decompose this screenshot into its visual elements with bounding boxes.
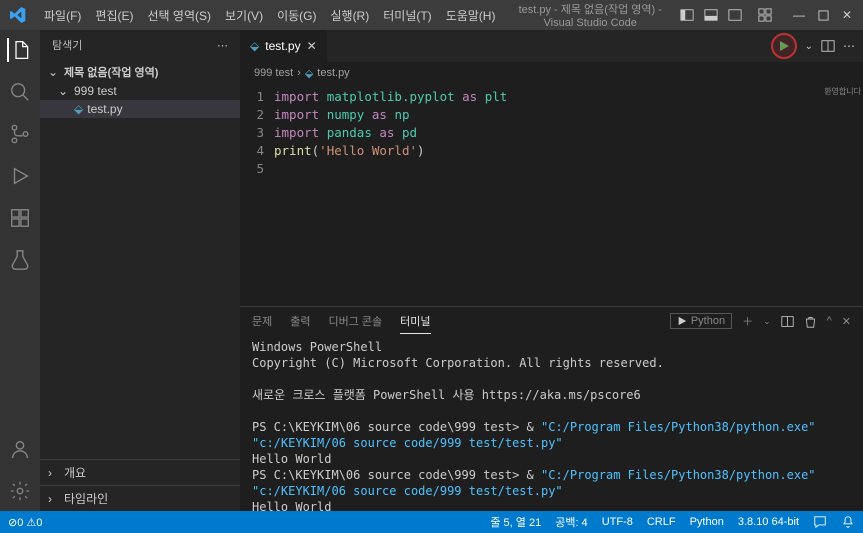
file-name: test.py (87, 102, 122, 116)
more-actions-icon[interactable]: ⋯ (843, 39, 855, 53)
panel: 문제 출력 디버그 콘솔 터미널 Python ＋ ⌄ ^ ✕ Wind (240, 306, 863, 511)
accounts-icon[interactable] (8, 437, 32, 461)
sidebar-header: 탐색기 ⋯ (40, 30, 240, 60)
more-icon[interactable]: ⋯ (217, 39, 228, 52)
warning-count: 0 (36, 517, 42, 529)
settings-gear-icon[interactable] (8, 479, 32, 503)
split-terminal-icon[interactable] (781, 315, 794, 328)
minimize-icon[interactable]: — (791, 7, 807, 23)
python-file-icon: ⬙ (305, 67, 313, 80)
editor-tab[interactable]: ⬙ test.py ✕ (240, 30, 327, 62)
new-terminal-icon[interactable]: ＋ (742, 313, 753, 329)
python-file-icon: ⬙ (74, 102, 83, 116)
status-interpreter[interactable]: 3.8.10 64-bit (738, 516, 799, 528)
code-content[interactable]: import matplotlib.pyplot as pltimport nu… (274, 84, 803, 306)
status-eol[interactable]: CRLF (647, 516, 676, 528)
tab-label: test.py (265, 39, 300, 53)
folder-row[interactable]: ⌄ 999 test (40, 82, 240, 100)
menu-item[interactable]: 편집(E) (89, 3, 139, 28)
new-terminal-dropdown-icon[interactable]: ⌄ (763, 316, 771, 327)
chevron-right-icon: › (48, 466, 60, 480)
menu-item[interactable]: 실행(R) (324, 3, 375, 28)
layout-controls: — ✕ (679, 7, 855, 23)
sidebar-title: 탐색기 (52, 37, 82, 53)
status-cursor[interactable]: 줄 5, 열 21 (490, 514, 541, 530)
maximize-icon[interactable] (815, 7, 831, 23)
feedback-icon[interactable] (813, 515, 827, 529)
close-panel-icon[interactable]: ✕ (842, 315, 851, 328)
menu-item[interactable]: 이동(G) (271, 3, 322, 28)
outline-label: 개요 (64, 464, 86, 481)
code-editor[interactable]: 12345 import matplotlib.pyplot as pltimp… (240, 84, 863, 306)
close-icon[interactable]: ✕ (839, 7, 855, 23)
panel-tabs: 문제 출력 디버그 콘솔 터미널 Python ＋ ⌄ ^ ✕ (240, 307, 863, 335)
chevron-right-icon: › (297, 67, 301, 79)
menu-item[interactable]: 선택 영역(S) (141, 3, 217, 28)
status-errors[interactable]: ⊘0 ⚠0 (8, 516, 42, 529)
panel-left-icon[interactable] (679, 7, 695, 23)
breadcrumb-file[interactable]: test.py (317, 67, 349, 79)
menu-item[interactable]: 도움말(H) (440, 3, 502, 28)
chevron-right-icon: › (48, 492, 60, 506)
sidebar-explorer: 탐색기 ⋯ ⌄ 제목 없음(작업 영역) ⌄ 999 test ⬙ test.p… (40, 30, 240, 511)
explorer-icon[interactable] (7, 38, 31, 62)
vscode-logo-icon (8, 5, 28, 25)
run-button[interactable] (771, 33, 797, 59)
line-gutter: 12345 (240, 84, 274, 306)
status-encoding[interactable]: UTF-8 (602, 516, 633, 528)
timeline-label: 타임라인 (64, 490, 108, 507)
statusbar: ⊘0 ⚠0 줄 5, 열 21 공백: 4 UTF-8 CRLF Python … (0, 511, 863, 533)
panel-right-icon[interactable] (727, 7, 743, 23)
customize-layout-icon[interactable] (757, 7, 773, 23)
folder-name: 999 test (74, 84, 117, 98)
status-lang[interactable]: Python (690, 516, 724, 528)
workspace-header[interactable]: ⌄ 제목 없음(작업 영역) (40, 62, 240, 82)
notifications-icon[interactable] (841, 515, 855, 529)
close-tab-icon[interactable]: ✕ (307, 39, 317, 53)
chevron-down-icon: ⌄ (48, 65, 60, 79)
tab-problems[interactable]: 문제 (252, 309, 272, 333)
extensions-icon[interactable] (8, 206, 32, 230)
warning-count-icon: ⚠ (26, 517, 36, 529)
minimap[interactable]: 환영합니다 (803, 84, 863, 306)
menu-item[interactable]: 파일(F) (38, 3, 87, 28)
tab-output[interactable]: 출력 (290, 309, 310, 333)
panel-bottom-icon[interactable] (703, 7, 719, 23)
maximize-panel-icon[interactable]: ^ (827, 315, 832, 327)
chevron-down-icon: ⌄ (58, 84, 70, 98)
tab-debug-console[interactable]: 디버그 콘솔 (329, 309, 383, 333)
menubar: 파일(F)편집(E)선택 영역(S)보기(V)이동(G)실행(R)터미널(T)도… (38, 3, 501, 28)
run-debug-icon[interactable] (8, 164, 32, 188)
outline-panel[interactable]: › 개요 (40, 459, 240, 485)
kill-terminal-icon[interactable] (804, 315, 817, 328)
terminal-profile-dropdown[interactable]: Python (670, 313, 732, 329)
testing-icon[interactable] (8, 248, 32, 272)
python-file-icon: ⬙ (250, 39, 259, 53)
error-count: 0 (17, 517, 23, 529)
menu-item[interactable]: 보기(V) (219, 3, 269, 28)
source-control-icon[interactable] (8, 122, 32, 146)
error-count-icon: ⊘ (8, 517, 17, 529)
workspace-name: 제목 없음(작업 영역) (64, 64, 158, 80)
run-dropdown-icon[interactable]: ⌄ (805, 41, 813, 52)
titlebar: 파일(F)편집(E)선택 영역(S)보기(V)이동(G)실행(R)터미널(T)도… (0, 0, 863, 30)
breadcrumb-folder[interactable]: 999 test (254, 67, 293, 79)
status-spaces[interactable]: 공백: 4 (555, 514, 587, 530)
activitybar (0, 30, 40, 511)
split-editor-icon[interactable] (821, 39, 835, 53)
search-icon[interactable] (8, 80, 32, 104)
terminal-output[interactable]: Windows PowerShellCopyright (C) Microsof… (240, 335, 863, 511)
timeline-panel[interactable]: › 타임라인 (40, 485, 240, 511)
menu-item[interactable]: 터미널(T) (377, 3, 437, 28)
breadcrumb[interactable]: 999 test › ⬙ test.py (240, 62, 863, 84)
tab-terminal[interactable]: 터미널 (400, 309, 430, 334)
file-row[interactable]: ⬙ test.py (40, 100, 240, 118)
editor-tabs: ⬙ test.py ✕ ⌄ ⋯ (240, 30, 863, 62)
terminal-profile-label: Python (691, 315, 725, 327)
editor-area: ⬙ test.py ✕ ⌄ ⋯ 999 test › ⬙ test.py 123… (240, 30, 863, 511)
window-title: test.py - 제목 없음(작업 영역) - Visual Studio C… (505, 1, 675, 29)
